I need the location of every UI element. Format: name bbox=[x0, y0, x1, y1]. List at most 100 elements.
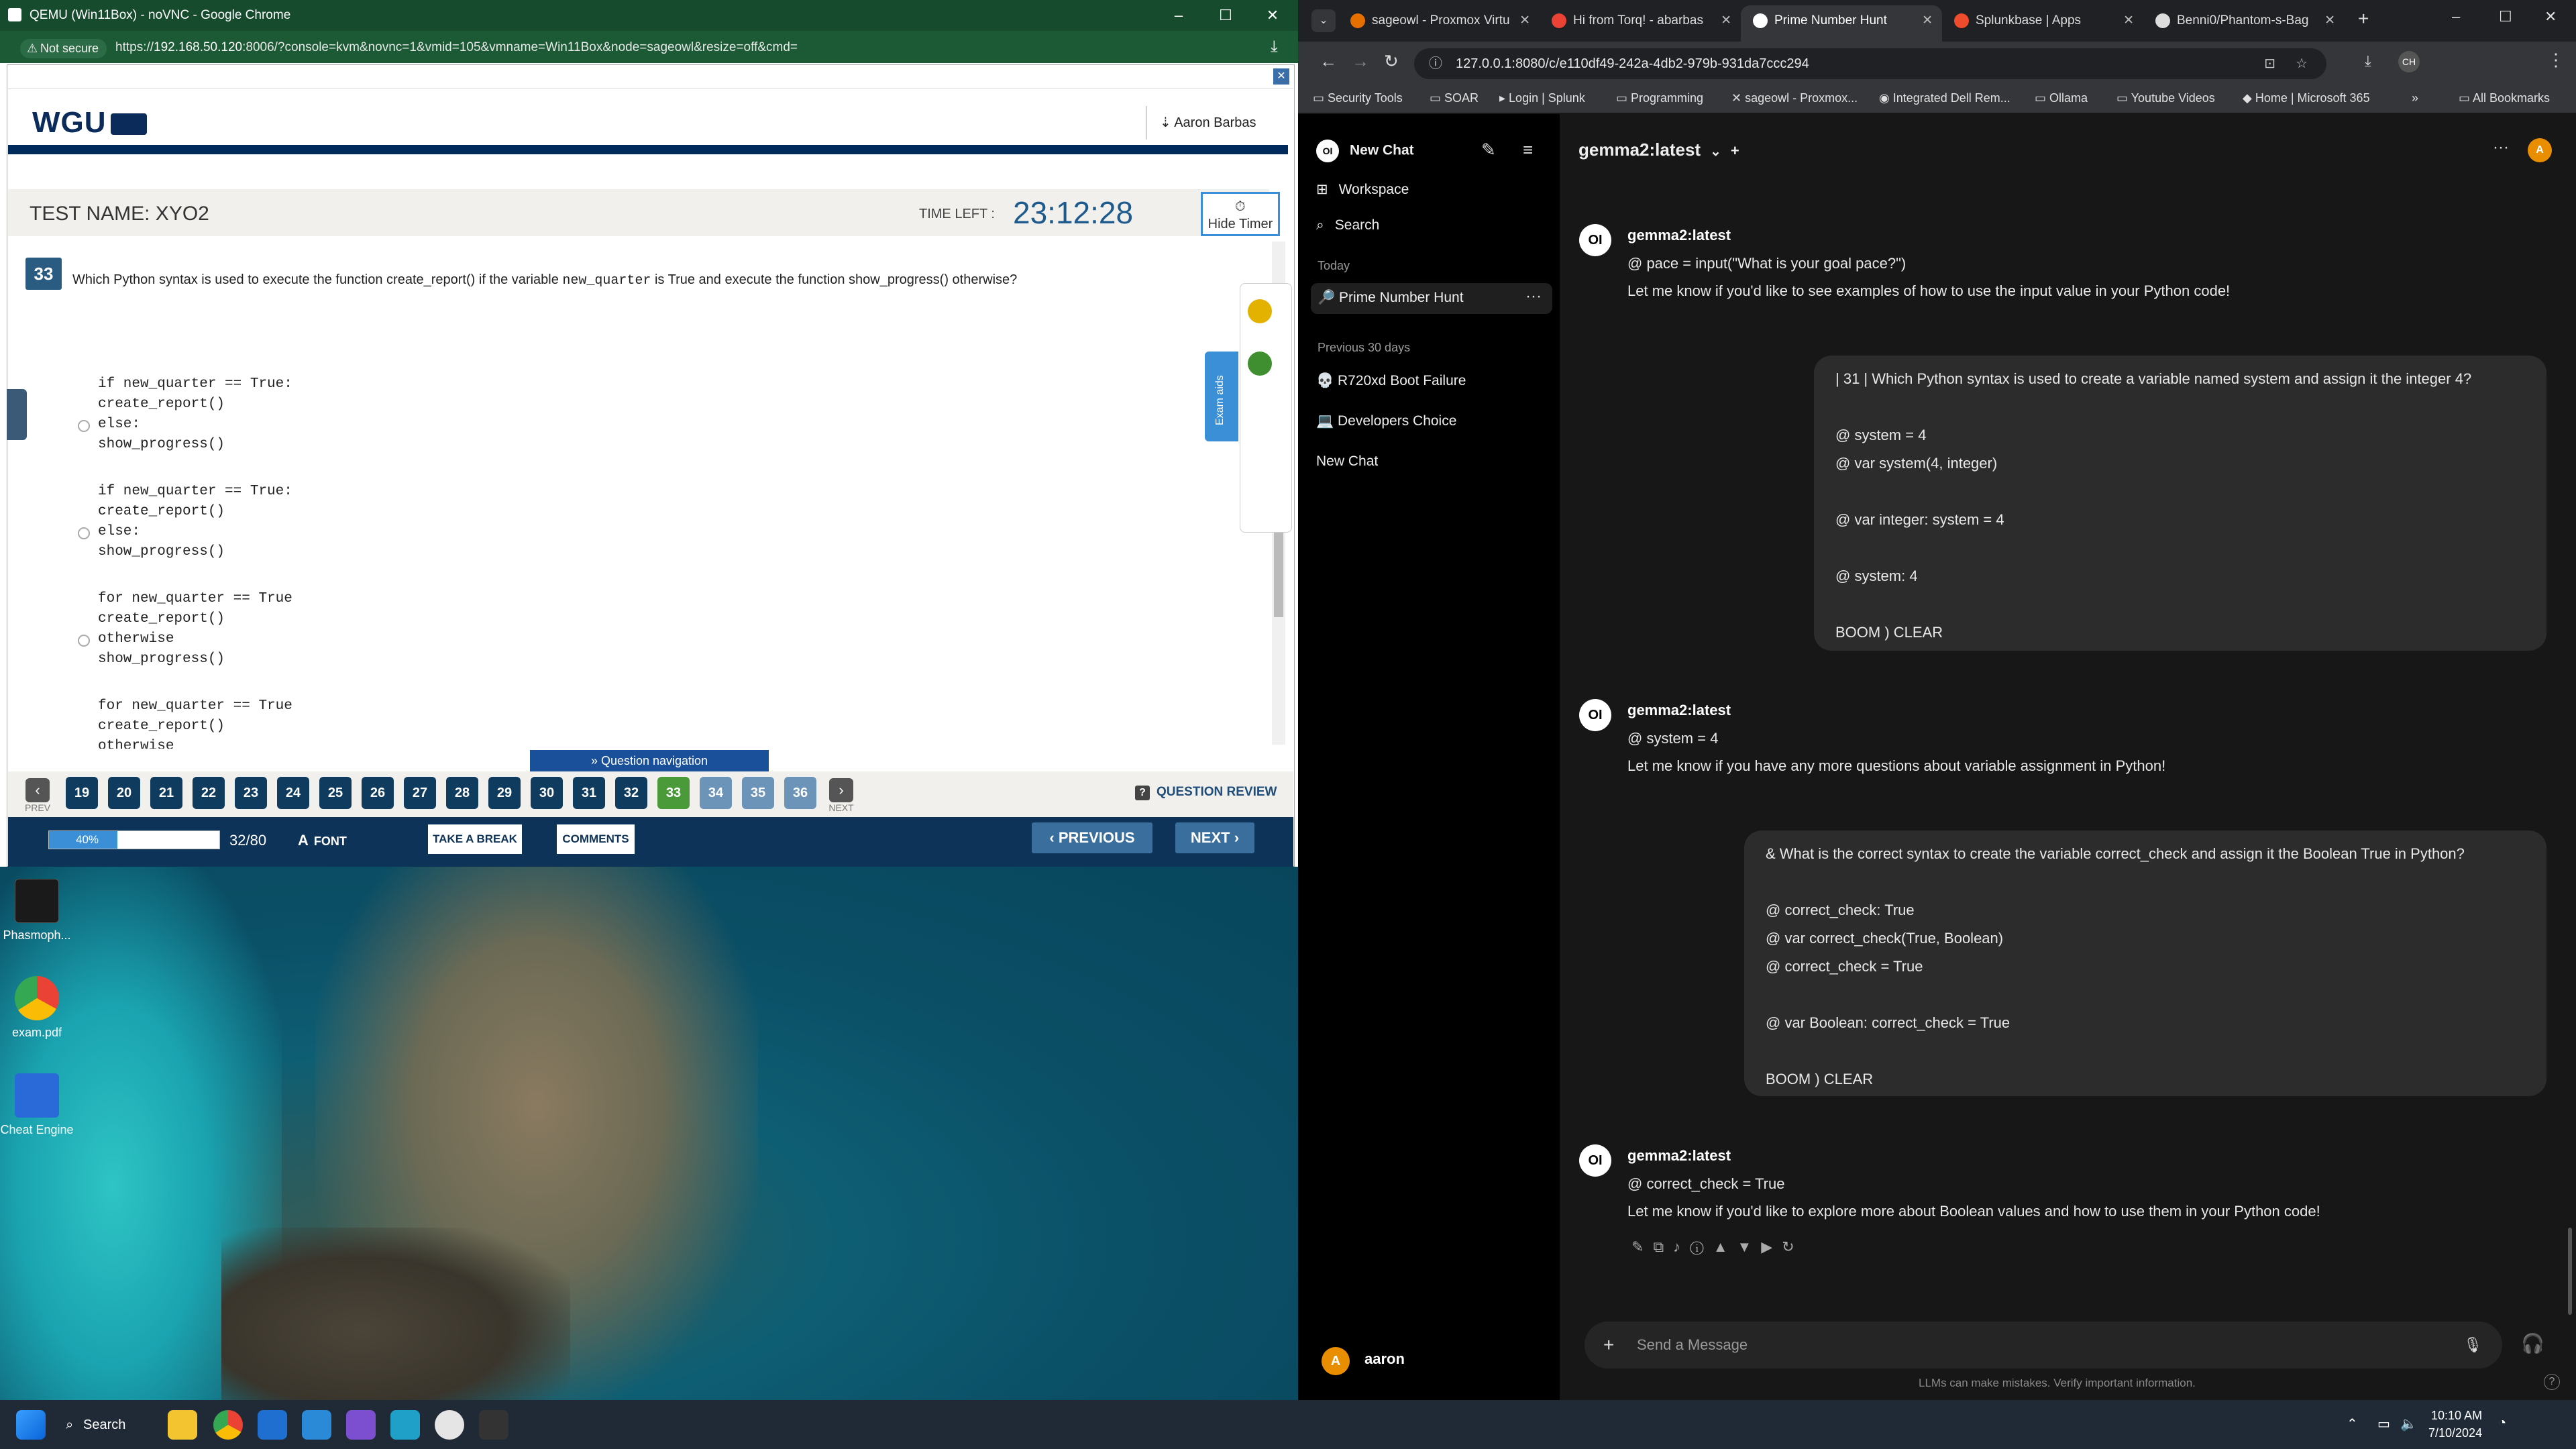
close-icon[interactable]: ✕ bbox=[2123, 5, 2134, 36]
back-icon[interactable]: ← bbox=[1320, 51, 1337, 72]
sidebar-toggle-icon[interactable]: ≡ bbox=[1523, 140, 1533, 160]
desktop-icon-exam-pdf[interactable]: exam.pdf bbox=[0, 976, 74, 1040]
notification-icon[interactable]: ◔ bbox=[2498, 1415, 2506, 1431]
regenerate-icon[interactable]: ↻ bbox=[1782, 1238, 1803, 1255]
all-bookmarks[interactable]: ▭ All Bookmarks bbox=[2459, 91, 2550, 105]
bookmark-splunk[interactable]: ▸ Login | Splunk bbox=[1499, 91, 1585, 105]
tab-search-icon[interactable]: ⌄ bbox=[1311, 9, 1336, 32]
close-icon[interactable]: ✕ bbox=[1721, 5, 1731, 36]
taskbar-search[interactable]: ⌕ Search bbox=[60, 1407, 153, 1442]
bookmark-dell[interactable]: ◉ Integrated Dell Rem... bbox=[1879, 91, 2010, 105]
install-icon[interactable]: ⊡ bbox=[2264, 48, 2275, 79]
profile-icon[interactable]: CH bbox=[2398, 51, 2420, 72]
minimize-button[interactable]: – bbox=[1155, 0, 1202, 31]
bookmark-proxmox[interactable]: ✕ sageowl - Proxmox... bbox=[1731, 91, 1858, 105]
question-nav-button[interactable]: 22 bbox=[193, 777, 225, 809]
question-nav-button[interactable]: 35 bbox=[742, 777, 774, 809]
question-nav-button[interactable]: 36 bbox=[784, 777, 816, 809]
bookmark-soar[interactable]: ▭ SOAR bbox=[1430, 91, 1479, 105]
chrome-icon[interactable] bbox=[213, 1410, 243, 1440]
help-icon[interactable]: ? bbox=[2544, 1374, 2560, 1390]
menu-icon[interactable]: ⋮ bbox=[2547, 50, 2565, 70]
question-nav-button[interactable]: 25 bbox=[319, 777, 352, 809]
bookmark-programming[interactable]: ▭ Programming bbox=[1616, 91, 1703, 105]
question-navigation-toggle[interactable]: » Question navigation bbox=[530, 750, 769, 771]
close-button[interactable]: ✕ bbox=[1249, 0, 1296, 31]
answer-radio-2[interactable] bbox=[78, 527, 90, 539]
thumbs-up-icon[interactable]: ▲ bbox=[1713, 1238, 1737, 1255]
next-button[interactable]: NEXT › bbox=[1175, 822, 1254, 853]
info-icon[interactable]: ⓘ bbox=[1690, 1238, 1713, 1255]
question-nav-button[interactable]: 30 bbox=[531, 777, 563, 809]
terminal-icon[interactable] bbox=[479, 1410, 508, 1440]
headphones-icon[interactable]: 🎧 bbox=[2521, 1332, 2544, 1354]
maximize-button[interactable]: ☐ bbox=[1202, 0, 1249, 31]
reload-icon[interactable]: ↻ bbox=[1384, 51, 1399, 72]
bookmark-youtube[interactable]: ▭ Youtube Videos bbox=[2116, 91, 2215, 105]
tool-icon[interactable] bbox=[1248, 352, 1272, 376]
comments-button[interactable]: COMMENTS bbox=[557, 824, 635, 854]
app-icon[interactable] bbox=[435, 1410, 464, 1440]
speaker-icon[interactable]: ♪ bbox=[1673, 1238, 1690, 1255]
network-icon[interactable]: ▭ bbox=[2377, 1415, 2390, 1432]
star-icon[interactable]: ☆ bbox=[2296, 48, 2308, 79]
answer-option-3[interactable]: for new_quarter == True create_report() … bbox=[98, 589, 292, 669]
hide-timer-button[interactable]: ⏱ Hide Timer bbox=[1201, 192, 1280, 236]
vscode-icon[interactable] bbox=[302, 1410, 331, 1440]
more-icon[interactable]: ··· bbox=[1525, 287, 1542, 306]
question-nav-button[interactable]: 21 bbox=[150, 777, 182, 809]
maximize-button[interactable]: ☐ bbox=[2499, 8, 2512, 25]
question-nav-button[interactable]: 19 bbox=[66, 777, 98, 809]
question-nav-button[interactable]: 27 bbox=[404, 777, 436, 809]
download-icon[interactable]: ⤓ bbox=[2365, 52, 2371, 70]
chat-scrollbar[interactable] bbox=[2568, 1228, 2572, 1315]
answer-radio-3[interactable] bbox=[78, 635, 90, 647]
desktop-icon-cheat-engine[interactable]: Cheat Engine bbox=[0, 1073, 74, 1137]
question-nav-button[interactable]: 33 bbox=[657, 777, 690, 809]
question-nav-button[interactable]: 32 bbox=[615, 777, 647, 809]
close-icon[interactable]: ✕ bbox=[1922, 5, 1933, 36]
search-chats[interactable]: ⌕ Search bbox=[1316, 217, 1379, 233]
mail-icon[interactable] bbox=[258, 1410, 287, 1440]
not-secure-badge[interactable]: ⚠ Not secure bbox=[20, 39, 107, 58]
minimize-button[interactable]: – bbox=[2452, 8, 2460, 25]
answer-option-1[interactable]: if new_quarter == True: create_report() … bbox=[98, 374, 292, 455]
thumbs-down-icon[interactable]: ▼ bbox=[1737, 1238, 1762, 1255]
visual-studio-icon[interactable] bbox=[346, 1410, 376, 1440]
tray-overflow-icon[interactable]: ⌃ bbox=[2347, 1415, 2358, 1432]
question-nav-button[interactable]: 31 bbox=[573, 777, 605, 809]
question-nav-button[interactable]: 28 bbox=[446, 777, 478, 809]
answer-option-4[interactable]: for new_quarter == True create_report() … bbox=[98, 696, 292, 749]
forward-icon[interactable]: → bbox=[1352, 51, 1369, 72]
more-options-icon[interactable]: ··· bbox=[2493, 138, 2509, 157]
vnc-close-icon[interactable]: ✕ bbox=[1273, 68, 1289, 85]
tab-gmail[interactable]: Hi from Torq! - abarbas ✕ bbox=[1540, 5, 1741, 42]
nav-next-button[interactable]: › NEXT bbox=[828, 778, 855, 813]
model-selector[interactable]: gemma2:latest ⌄ + bbox=[1578, 140, 1739, 160]
side-panel-handle[interactable] bbox=[7, 389, 27, 440]
chat-item[interactable]: 💻 Developers Choice bbox=[1316, 413, 1456, 429]
start-icon[interactable] bbox=[16, 1410, 46, 1440]
copy-icon[interactable]: ⧉ bbox=[1653, 1238, 1673, 1255]
exam-aids-tab[interactable]: Exam aids bbox=[1205, 352, 1238, 441]
close-button[interactable]: ✕ bbox=[2544, 8, 2557, 25]
tab-prime-number-hunt[interactable]: Prime Number Hunt ✕ bbox=[1741, 5, 1942, 42]
desktop-icon-phasmophobia[interactable]: Phasmoph... bbox=[0, 879, 74, 943]
close-icon[interactable]: ✕ bbox=[1519, 5, 1530, 36]
tab-proxmox[interactable]: sageowl - Proxmox Virtu ✕ bbox=[1338, 5, 1540, 42]
chat-item-active[interactable]: 🔎 Prime Number Hunt ··· bbox=[1311, 283, 1552, 314]
app-icon[interactable] bbox=[390, 1410, 420, 1440]
question-review-button[interactable]: ? QUESTION REVIEW bbox=[1135, 785, 1277, 800]
chat-item[interactable]: 💀 R720xd Boot Failure bbox=[1316, 373, 1466, 389]
bookmark-security-tools[interactable]: ▭ Security Tools bbox=[1313, 91, 1403, 105]
answer-option-2[interactable]: if new_quarter == True: create_report() … bbox=[98, 482, 292, 562]
bookmark-m365[interactable]: ◆ Home | Microsoft 365 bbox=[2243, 91, 2370, 105]
edit-icon[interactable]: ✎ bbox=[1631, 1238, 1653, 1255]
tab-splunkbase[interactable]: Splunkbase | Apps ✕ bbox=[1942, 5, 2143, 42]
header-avatar[interactable]: A bbox=[2528, 138, 2552, 162]
site-info-icon[interactable]: ⓘ bbox=[1429, 48, 1442, 79]
user-menu[interactable]: ⇣ Aaron Barbas bbox=[1146, 106, 1256, 140]
question-nav-button[interactable]: 20 bbox=[108, 777, 140, 809]
question-nav-button[interactable]: 24 bbox=[277, 777, 309, 809]
file-explorer-icon[interactable] bbox=[168, 1410, 197, 1440]
